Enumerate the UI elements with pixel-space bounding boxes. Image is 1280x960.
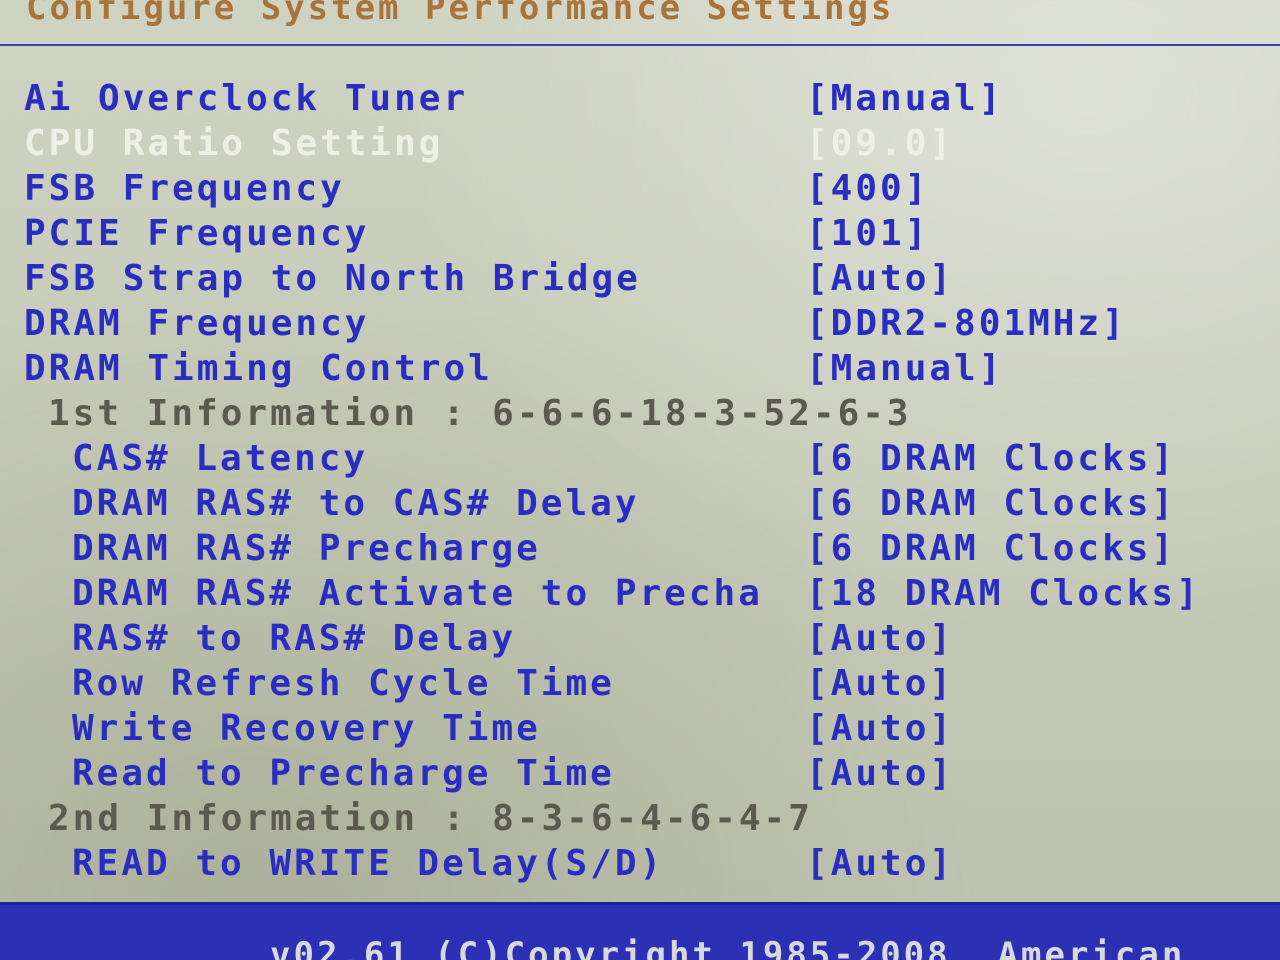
setting-read-to-write-delay[interactable]: READ to WRITE Delay(S/D) [Auto] — [0, 843, 1280, 887]
setting-label: CAS# Latency — [72, 438, 369, 479]
setting-read-to-precharge[interactable]: Read to Precharge Time [Auto] — [0, 753, 1280, 797]
setting-cas-latency[interactable]: CAS# Latency [6 DRAM Clocks] — [0, 438, 1280, 482]
setting-label: FSB Strap to North Bridge — [24, 258, 641, 299]
setting-value[interactable]: [101] — [806, 213, 929, 254]
setting-ras-to-cas-delay[interactable]: DRAM RAS# to CAS# Delay [6 DRAM Clocks] — [0, 483, 1280, 527]
second-information: 2nd Information : 8-3-6-4-6-4-7 — [0, 798, 1280, 842]
setting-ras-precharge[interactable]: DRAM RAS# Precharge [6 DRAM Clocks] — [0, 528, 1280, 572]
setting-value: [09.0] — [806, 123, 955, 164]
setting-value[interactable]: [400] — [806, 168, 929, 209]
setting-dram-frequency[interactable]: DRAM Frequency [DDR2-801MHz] — [0, 303, 1280, 347]
setting-label: Write Recovery Time — [72, 708, 541, 749]
setting-row-refresh-cycle[interactable]: Row Refresh Cycle Time [Auto] — [0, 663, 1280, 707]
setting-value[interactable]: [6 DRAM Clocks] — [806, 483, 1176, 524]
setting-ras-activate-to-precharge[interactable]: DRAM RAS# Activate to Precha [18 DRAM Cl… — [0, 573, 1280, 617]
setting-label: Read to Precharge Time — [72, 753, 615, 794]
setting-value[interactable]: [Manual] — [806, 348, 1003, 389]
setting-value[interactable]: [Auto] — [806, 663, 954, 704]
setting-label: RAS# to RAS# Delay — [72, 618, 517, 659]
page-title: Configure System Performance Settings — [26, 0, 895, 28]
setting-value[interactable]: [Auto] — [806, 708, 954, 749]
setting-label: DRAM RAS# Precharge — [72, 528, 541, 569]
setting-label: Ai Overclock Tuner — [24, 78, 469, 119]
setting-label: CPU Ratio Setting — [24, 123, 444, 164]
setting-label: Row Refresh Cycle Time — [72, 663, 615, 704]
setting-fsb-frequency[interactable]: FSB Frequency [400] — [0, 168, 1280, 212]
setting-ras-to-ras-delay[interactable]: RAS# to RAS# Delay [Auto] — [0, 618, 1280, 662]
setting-label: DRAM RAS# Activate to Precha — [72, 573, 763, 614]
first-information: 1st Information : 6-6-6-18-3-52-6-3 — [0, 393, 1280, 437]
setting-label: PCIE Frequency — [24, 213, 370, 254]
setting-fsb-strap[interactable]: FSB Strap to North Bridge [Auto] — [0, 258, 1280, 302]
info-text: 1st Information : 6-6-6-18-3-52-6-3 — [48, 393, 912, 434]
setting-label: READ to WRITE Delay(S/D) — [72, 843, 665, 884]
setting-value[interactable]: [6 DRAM Clocks] — [806, 528, 1176, 569]
title-divider — [0, 44, 1280, 46]
setting-ai-overclock-tuner[interactable]: Ai Overclock Tuner [Manual] — [0, 78, 1280, 122]
setting-label: DRAM Frequency — [24, 303, 370, 344]
setting-value[interactable]: [Auto] — [806, 618, 954, 659]
setting-cpu-ratio: CPU Ratio Setting [09.0] — [0, 123, 1280, 167]
status-bar: v02.61 (C)Copyright 1985-2008, American — [0, 902, 1280, 960]
setting-value[interactable]: [Auto] — [806, 258, 954, 299]
setting-dram-timing-control[interactable]: DRAM Timing Control [Manual] — [0, 348, 1280, 392]
setting-pcie-frequency[interactable]: PCIE Frequency [101] — [0, 213, 1280, 257]
setting-value[interactable]: [Manual] — [806, 78, 1003, 119]
setting-label: DRAM Timing Control — [24, 348, 493, 389]
setting-value[interactable]: [DDR2-801MHz] — [806, 303, 1127, 344]
setting-label: FSB Frequency — [24, 168, 345, 209]
setting-value[interactable]: [Auto] — [806, 843, 954, 884]
setting-write-recovery[interactable]: Write Recovery Time [Auto] — [0, 708, 1280, 752]
copyright-text: v02.61 (C)Copyright 1985-2008, American — [270, 935, 1186, 960]
setting-value[interactable]: [6 DRAM Clocks] — [806, 438, 1176, 479]
setting-value[interactable]: [18 DRAM Clocks] — [806, 573, 1201, 614]
setting-value[interactable]: [Auto] — [806, 753, 954, 794]
setting-label: DRAM RAS# to CAS# Delay — [72, 483, 640, 524]
info-text: 2nd Information : 8-3-6-4-6-4-7 — [48, 798, 813, 839]
